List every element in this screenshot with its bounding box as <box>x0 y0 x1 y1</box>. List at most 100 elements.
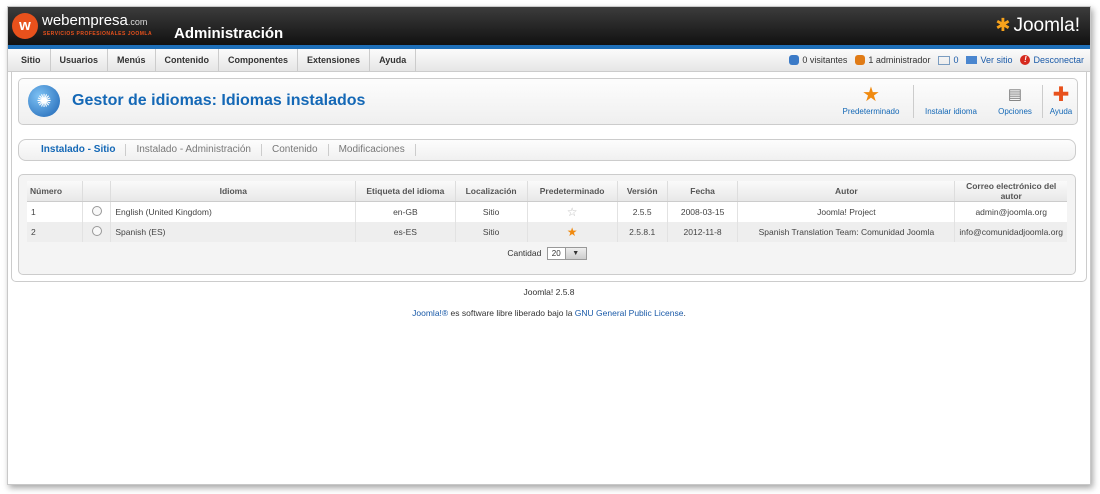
languages-table: Número Idioma Etiqueta del idioma Locali… <box>27 181 1067 242</box>
row-radio[interactable] <box>81 222 111 242</box>
languages-panel: Número Idioma Etiqueta del idioma Locali… <box>18 174 1076 275</box>
col-date[interactable]: Fecha <box>666 181 738 202</box>
col-tag[interactable]: Etiqueta del idioma <box>355 181 456 202</box>
install-language-button[interactable]: Instalar idioma <box>919 83 983 121</box>
toolbar-separator <box>913 85 914 118</box>
row-date: 2012-11-8 <box>666 222 738 242</box>
row-date: 2008-03-15 <box>666 201 738 222</box>
col-location[interactable]: Localización <box>454 181 528 202</box>
admins-count: 1 administrador <box>868 55 931 65</box>
tabs-list: Instalado - Sitio Instalado - Administra… <box>31 140 416 160</box>
row-default[interactable]: ☆ <box>526 201 618 222</box>
tab-overrides[interactable]: Modificaciones <box>329 144 416 156</box>
help-button-label: Ayuda <box>1049 107 1073 116</box>
row-location: Sitio <box>454 201 528 222</box>
pagination-limit: Cantidad 20 ▼ <box>19 247 1075 260</box>
menu-item-sitio[interactable]: Sitio <box>12 49 51 71</box>
page-title: Gestor de idiomas: Idiomas instalados <box>72 92 366 109</box>
menu-item-ayuda[interactable]: Ayuda <box>370 49 417 71</box>
admin-header: w webempresa.com SERVICIOS PROFESIONALES… <box>8 7 1090 45</box>
default-star-off-icon[interactable]: ☆ <box>567 205 578 219</box>
col-default[interactable]: Predeterminado <box>526 181 618 202</box>
install-icon <box>919 83 983 107</box>
radio-button[interactable] <box>91 226 102 236</box>
star-icon: ★ <box>862 84 880 106</box>
dropdown-arrow-icon[interactable]: ▼ <box>564 248 586 259</box>
menu-item-menus[interactable]: Menús <box>108 49 156 71</box>
toolbar: ✺ Gestor de idiomas: Idiomas instalados … <box>18 78 1078 125</box>
visitors-count: 0 visitantes <box>802 55 848 65</box>
license-text: es software libre liberado bajo la <box>448 308 575 318</box>
col-language[interactable]: Idioma <box>110 181 356 202</box>
logout-label[interactable]: Desconectar <box>1033 55 1084 65</box>
row-version: 2.5.8.1 <box>616 222 668 242</box>
default-button-label: Predeterminado <box>842 107 900 116</box>
row-number: 1 <box>27 201 83 222</box>
row-author: Joomla! Project <box>737 201 955 222</box>
brand-tagline: SERVICIOS PROFESIONALES JOOMLA <box>43 31 153 37</box>
col-number[interactable]: Número <box>27 181 83 202</box>
row-email: info@comunidadjoomla.org <box>954 222 1067 242</box>
help-lifebuoy-icon: ✚ <box>1052 84 1070 106</box>
view-site-link[interactable]: Ver sitio <box>966 55 1012 65</box>
status-bar: 0 visitantes 1 administrador 0 Ver sitio… <box>789 49 1084 71</box>
options-button[interactable]: ▤ Opciones <box>993 83 1037 121</box>
main-menu: Sitio Usuarios Menús Contenido Component… <box>12 49 417 71</box>
help-button[interactable]: ✚ Ayuda <box>1046 83 1076 121</box>
menu-item-contenido[interactable]: Contenido <box>156 49 220 71</box>
logout-link[interactable]: ! Desconectar <box>1020 55 1084 65</box>
default-star-on-icon: ★ <box>566 225 578 239</box>
col-select <box>81 181 111 202</box>
row-default: ★ <box>526 222 618 242</box>
menu-item-usuarios[interactable]: Usuarios <box>51 49 109 71</box>
radio-button[interactable] <box>91 206 102 216</box>
joomla-mark-icon: ✱ <box>995 15 1011 35</box>
mail-icon <box>938 55 951 65</box>
admin-title: Administración <box>174 25 284 42</box>
limit-select[interactable]: 20 ▼ <box>546 247 587 260</box>
tab-installed-admin[interactable]: Instalado - Administración <box>126 144 262 156</box>
table-row: 1 English (United Kingdom) en-GB Sitio ☆… <box>27 201 1067 222</box>
tab-content[interactable]: Contenido <box>262 144 329 156</box>
globe-icon: ✺ <box>28 85 60 117</box>
view-site-label[interactable]: Ver sitio <box>980 55 1012 65</box>
menu-item-componentes[interactable]: Componentes <box>219 49 299 71</box>
menu-item-extensiones[interactable]: Extensiones <box>298 49 371 71</box>
col-author[interactable]: Autor <box>737 181 955 202</box>
visitors-icon <box>789 55 800 65</box>
tabs-bar: Instalado - Sitio Instalado - Administra… <box>18 139 1076 161</box>
logout-icon: ! <box>1020 55 1031 65</box>
footer-license: Joomla!® es software libre liberado bajo… <box>8 308 1090 318</box>
joomla-link[interactable]: Joomla!® <box>412 308 448 318</box>
row-tag: es-ES <box>355 222 456 242</box>
table-row: 2 Spanish (ES) es-ES Sitio ★ 2.5.8.1 201… <box>27 222 1067 242</box>
license-end: . <box>683 308 686 318</box>
admins-icon <box>855 55 866 65</box>
browser-frame: w webempresa.com SERVICIOS PROFESIONALES… <box>7 6 1091 485</box>
view-site-icon <box>966 56 978 64</box>
col-email[interactable]: Correo electrónico del autor <box>954 181 1067 202</box>
tab-installed-site[interactable]: Instalado - Sitio <box>31 144 127 156</box>
limit-label: Cantidad <box>507 247 542 258</box>
row-number: 2 <box>27 222 83 242</box>
install-button-label: Instalar idioma <box>924 107 978 116</box>
row-tag: en-GB <box>355 201 456 222</box>
row-email: admin@joomla.org <box>954 201 1067 222</box>
webempresa-logo-icon: w <box>12 13 38 39</box>
brand-name: webempresa.com <box>42 12 148 29</box>
row-language: Spanish (ES) <box>110 222 356 242</box>
table-header-row: Número Idioma Etiqueta del idioma Locali… <box>27 181 1067 202</box>
messages-count[interactable]: 0 <box>953 55 958 65</box>
options-button-label: Opciones <box>998 107 1032 116</box>
options-icon: ▤ <box>1007 86 1023 103</box>
messages-status[interactable]: 0 <box>938 55 958 65</box>
limit-value: 20 <box>551 249 561 258</box>
default-button[interactable]: ★ Predeterminado <box>837 83 905 121</box>
admins-status: 1 administrador <box>855 55 930 65</box>
gpl-link[interactable]: GNU General Public License <box>575 308 684 318</box>
row-radio[interactable] <box>81 201 111 222</box>
toolbar-separator <box>1042 85 1043 118</box>
row-version: 2.5.5 <box>616 201 668 222</box>
col-version[interactable]: Versión <box>616 181 668 202</box>
footer-version: Joomla! 2.5.8 <box>523 287 575 297</box>
